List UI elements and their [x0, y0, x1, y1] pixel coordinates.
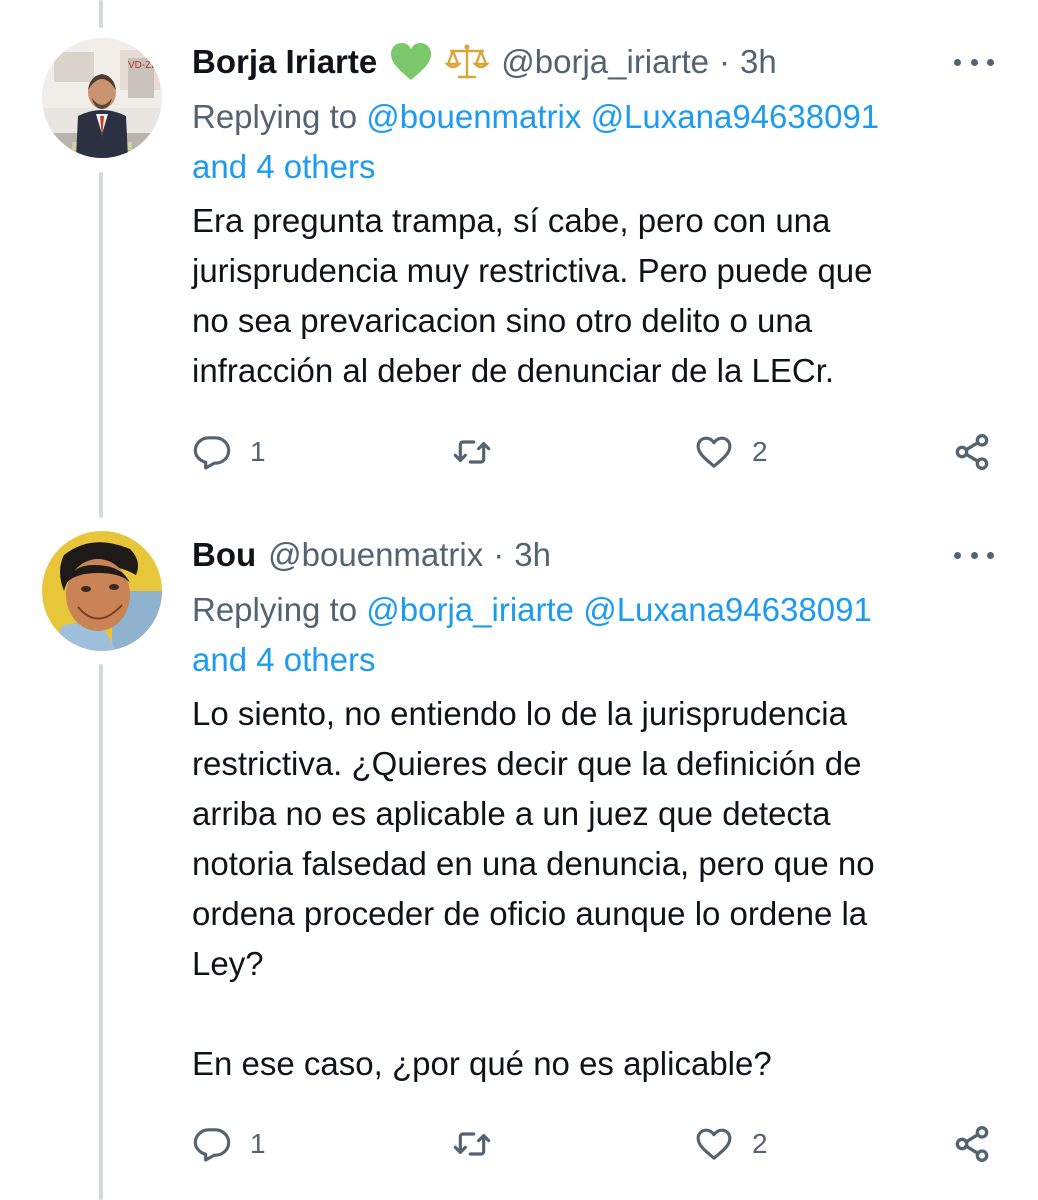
replying-to-label: Replying to — [192, 98, 358, 135]
share-button[interactable] — [952, 430, 992, 474]
share-icon — [955, 1126, 989, 1163]
share-button[interactable] — [952, 1122, 992, 1166]
separator-dot: · — [493, 536, 505, 573]
timestamp[interactable]: 3h — [740, 40, 777, 84]
svg-text:VD-ZE: VD-ZE — [128, 60, 158, 71]
mention-link[interactable]: @bouenmatrix — [366, 98, 581, 135]
display-name[interactable]: Bou — [192, 533, 256, 577]
retweet-button[interactable] — [450, 430, 494, 474]
reply-count: 1 — [250, 1128, 266, 1159]
retweet-icon — [453, 1132, 491, 1156]
tweet[interactable]: VD-ZE Borja Iriarte @borja_iriarte · 3h … — [0, 0, 1038, 500]
reply-button[interactable]: 1 — [192, 430, 266, 474]
tweet-text: Era pregunta trampa, sí cabe, pero con u… — [192, 202, 873, 389]
green-heart-icon — [389, 42, 433, 82]
tweet[interactable]: Bou @bouenmatrix · 3h Replying to @borja… — [0, 500, 1038, 1200]
reply-icon — [193, 1128, 231, 1162]
reply-count: 1 — [250, 436, 266, 467]
user-handle[interactable]: @borja_iriarte — [501, 40, 709, 84]
like-button[interactable]: 2 — [694, 1122, 768, 1166]
others-link[interactable]: and 4 others — [192, 148, 375, 185]
mention-link[interactable]: @borja_iriarte — [366, 591, 574, 628]
replying-to: Replying to @borja_iriarte @Luxana946380… — [192, 585, 992, 685]
share-icon — [955, 434, 989, 471]
like-button[interactable]: 2 — [694, 430, 768, 474]
mention-link[interactable]: @Luxana94638091 — [583, 591, 872, 628]
more-options-icon[interactable] — [954, 40, 994, 84]
display-name[interactable]: Borja Iriarte — [192, 40, 377, 84]
like-count: 2 — [752, 1128, 768, 1159]
retweet-icon — [453, 440, 491, 464]
more-options-icon[interactable] — [954, 533, 994, 577]
timestamp[interactable]: 3h — [514, 533, 551, 577]
separator-dot: · — [719, 43, 730, 80]
tweet-text: Lo siento, no entiendo lo de la jurispru… — [192, 695, 875, 1082]
retweet-button[interactable] — [450, 1122, 494, 1166]
tweet-actions: 1 2 — [0, 430, 1038, 474]
user-handle[interactable]: @bouenmatrix — [268, 533, 483, 577]
heart-icon — [696, 436, 732, 468]
others-link[interactable]: and 4 others — [192, 641, 375, 678]
heart-icon — [696, 1128, 732, 1160]
like-count: 2 — [752, 436, 768, 467]
reply-button[interactable]: 1 — [192, 1122, 266, 1166]
tweet-actions: 1 2 — [0, 1122, 1038, 1166]
avatar[interactable]: VD-ZE — [42, 38, 162, 158]
replying-to-label: Replying to — [192, 591, 358, 628]
avatar[interactable] — [42, 531, 162, 651]
mention-link[interactable]: @Luxana94638091 — [591, 98, 880, 135]
scales-icon — [445, 42, 490, 82]
replying-to: Replying to @bouenmatrix @Luxana94638091… — [192, 92, 992, 192]
reply-icon — [193, 436, 231, 470]
